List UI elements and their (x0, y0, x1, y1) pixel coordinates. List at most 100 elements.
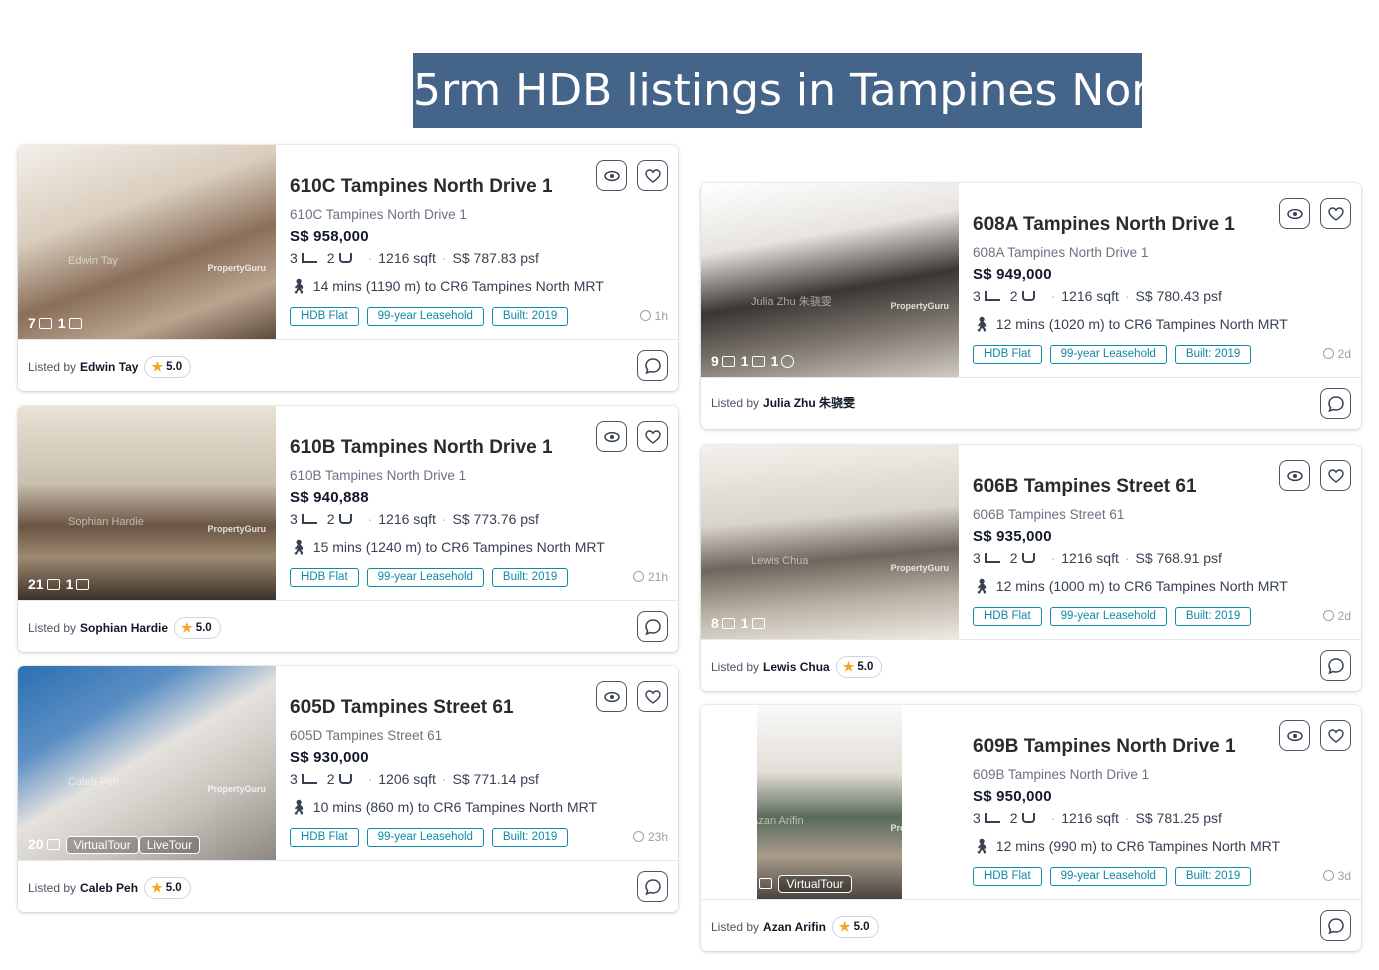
tag-property-type[interactable]: HDB Flat (973, 345, 1042, 364)
tag-property-type[interactable]: HDB Flat (973, 867, 1042, 886)
listing-title[interactable]: 606B Tampines Street 61 (973, 476, 1197, 498)
hide-listing-button[interactable] (1279, 460, 1310, 491)
mrt-distance: 🚶︎ 12 mins (1020 m) to CR6 Tampines North… (973, 316, 1288, 333)
listing-title[interactable]: 610C Tampines North Drive 1 (290, 176, 553, 198)
tour-button[interactable]: VirtualTour (778, 875, 852, 893)
listing-photo[interactable]: Caleb Peh PropertyGuru 20 VirtualTour Liv… (18, 666, 276, 860)
tag-built-year[interactable]: Built: 2019 (1174, 607, 1252, 626)
floorplan-icon (76, 579, 90, 590)
listing-title[interactable]: 610B Tampines North Drive 1 (290, 437, 553, 459)
tag-built-year[interactable]: Built: 2019 (1174, 345, 1252, 364)
agent-name[interactable]: Lewis Chua (763, 660, 830, 674)
listing-title[interactable]: 608A Tampines North Drive 1 (973, 214, 1235, 236)
hide-listing-button[interactable] (1279, 198, 1310, 229)
listing-card[interactable]: Lewis Chua PropertyGuru 8 1 606B Tampine… (701, 445, 1361, 691)
tag-tenure[interactable]: 99-year Leasehold (366, 568, 484, 587)
mrt-distance: 🚶︎ 10 mins (860 m) to CR6 Tampines North … (290, 799, 597, 816)
bedroom-count: 3 (290, 771, 298, 787)
bed-icon (301, 514, 317, 524)
walking-icon: 🚶︎ (973, 578, 991, 594)
eye-icon (1286, 730, 1303, 741)
tag-tenure[interactable]: 99-year Leasehold (1049, 607, 1167, 626)
floorplan-icon (751, 618, 765, 629)
agent-rating: ★ 5.0 (144, 356, 192, 378)
agent-name[interactable]: Edwin Tay (80, 360, 138, 374)
walking-icon: 🚶︎ (973, 838, 991, 854)
tag-property-type[interactable]: HDB Flat (290, 568, 359, 587)
separator-dot: · (1050, 550, 1056, 566)
media-counts: 7 1 (28, 315, 82, 331)
listing-photo[interactable]: Sophian Hardie PropertyGuru 21 1 (18, 406, 276, 600)
agent-name[interactable]: Caleb Peh (80, 881, 138, 895)
listing-specs: 3 2 · 1216 sqft · S$ 780.43 psf (973, 288, 1222, 304)
listing-card[interactable]: Caleb Peh PropertyGuru 20 VirtualTour Liv… (18, 666, 678, 912)
tag-built-year[interactable]: Built: 2019 (491, 307, 569, 326)
listed-by: Listed by Edwin Tay ★ 5.0 (28, 356, 192, 378)
listing-specs: 3 2 · 1216 sqft · S$ 781.25 psf (973, 810, 1222, 826)
agent-name[interactable]: Azan Arifin (763, 920, 826, 934)
posted-time: 23h (632, 830, 668, 844)
hide-listing-button[interactable] (596, 160, 627, 191)
hide-listing-button[interactable] (1279, 720, 1310, 751)
listing-title[interactable]: 609B Tampines North Drive 1 (973, 736, 1236, 758)
chat-button[interactable] (1320, 910, 1351, 941)
star-icon: ★ (838, 919, 851, 934)
bathroom-count: 2 (326, 250, 335, 266)
listing-card[interactable]: Sophian Hardie PropertyGuru 21 1 610B Ta… (18, 406, 678, 652)
chat-button[interactable] (1320, 388, 1351, 419)
price-per-sqft: S$ 773.76 psf (452, 511, 539, 527)
tag-property-type[interactable]: HDB Flat (290, 307, 359, 326)
tag-built-year[interactable]: Built: 2019 (491, 828, 569, 847)
agent-name[interactable]: Julia Zhu 朱骁雯 (763, 394, 855, 411)
listing-details: 605D Tampines Street 61 605D Tampines St… (290, 666, 678, 860)
listing-footer: Listed by Azan Arifin ★ 5.0 (701, 899, 1361, 951)
listing-address: 606B Tampines Street 61 (973, 507, 1125, 522)
tag-built-year[interactable]: Built: 2019 (491, 568, 569, 587)
bed-icon (984, 813, 1000, 823)
chat-button[interactable] (637, 611, 668, 642)
favorite-button[interactable] (1320, 720, 1351, 751)
tag-property-type[interactable]: HDB Flat (973, 607, 1042, 626)
tag-tenure[interactable]: 99-year Leasehold (366, 828, 484, 847)
photo-watermark-agent: Julia Zhu 朱骁雯 (751, 296, 832, 308)
favorite-button[interactable] (637, 160, 668, 191)
hide-listing-button[interactable] (596, 421, 627, 452)
favorite-button[interactable] (637, 681, 668, 712)
favorite-button[interactable] (637, 421, 668, 452)
listed-by: Listed by Lewis Chua ★ 5.0 (711, 656, 883, 678)
tag-built-year[interactable]: Built: 2019 (1174, 867, 1252, 886)
listed-by: Listed by Julia Zhu 朱骁雯 (711, 394, 855, 411)
agent-name[interactable]: Sophian Hardie (80, 621, 168, 635)
listing-card[interactable]: Julia Zhu 朱骁雯 PropertyGuru 9 1 1 608A Ta… (701, 183, 1361, 429)
bath-icon (338, 253, 352, 263)
chat-button[interactable] (637, 350, 668, 381)
listing-card[interactable]: Azan Arifin PropertyGuru 17 1 VirtualTou… (701, 705, 1361, 951)
hide-listing-button[interactable] (596, 681, 627, 712)
favorite-button[interactable] (1320, 198, 1351, 229)
listing-photo[interactable]: Azan Arifin PropertyGuru 17 1 VirtualTou… (701, 705, 959, 899)
listing-photo[interactable]: Lewis Chua PropertyGuru 8 1 (701, 445, 959, 639)
media-counts: 21 1 (28, 576, 90, 592)
chat-button[interactable] (1320, 650, 1351, 681)
tag-property-type[interactable]: HDB Flat (290, 828, 359, 847)
favorite-button[interactable] (1320, 460, 1351, 491)
tag-tenure[interactable]: 99-year Leasehold (1049, 867, 1167, 886)
tag-tenure[interactable]: 99-year Leasehold (366, 307, 484, 326)
listed-by: Listed by Sophian Hardie ★ 5.0 (28, 617, 221, 639)
bed-icon (984, 291, 1000, 301)
listing-photo[interactable]: Edwin Tay PropertyGuru 7 1 (18, 145, 276, 339)
tour-button[interactable]: VirtualTour (65, 836, 139, 854)
listing-title[interactable]: 605D Tampines Street 61 (290, 697, 514, 719)
clock-icon (1322, 610, 1334, 621)
photo-watermark-brand: PropertyGuru (207, 263, 266, 273)
bedroom-count: 3 (290, 250, 298, 266)
chat-button[interactable] (637, 871, 668, 902)
page-title-banner: 5rm HDB listings in Tampines North (413, 53, 1142, 128)
tour-button[interactable]: LiveTour (138, 836, 201, 854)
listing-card[interactable]: Edwin Tay PropertyGuru 7 1 610C Tampines… (18, 145, 678, 391)
heart-icon (1327, 206, 1344, 221)
price-per-sqft: S$ 781.25 psf (1135, 810, 1222, 826)
listing-photo[interactable]: Julia Zhu 朱骁雯 PropertyGuru 9 1 1 (701, 183, 959, 377)
tag-tenure[interactable]: 99-year Leasehold (1049, 345, 1167, 364)
floorplan-count: 1 (749, 875, 773, 891)
